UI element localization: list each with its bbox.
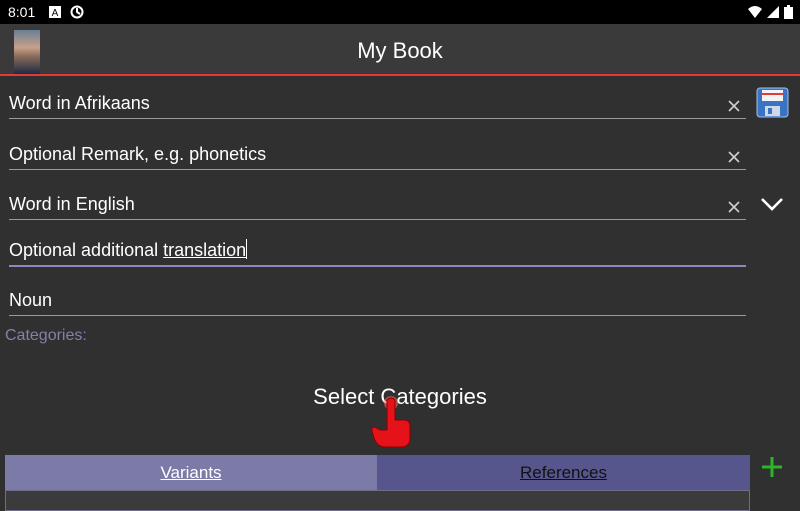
wifi-icon	[748, 6, 762, 18]
english-word-value: Word in English	[9, 194, 135, 214]
status-bar: 8:01 A	[0, 0, 800, 24]
battery-icon	[784, 5, 793, 19]
pointing-hand-icon	[371, 396, 411, 448]
page-title: My Book	[357, 38, 443, 63]
english-word-field[interactable]: Word in English	[9, 189, 746, 220]
clear-icon[interactable]	[726, 199, 742, 215]
sync-notification-icon	[70, 5, 84, 19]
chevron-down-icon[interactable]	[760, 196, 784, 212]
tab-variants[interactable]: Variants	[5, 455, 377, 490]
remark-value: Optional Remark, e.g. phonetics	[9, 144, 267, 164]
additional-translation-field[interactable]: Optional additional translation	[9, 235, 746, 267]
afrikaans-word-value: Word in Afrikaans	[9, 93, 150, 113]
remark-field[interactable]: Optional Remark, e.g. phonetics	[9, 139, 746, 170]
afrikaans-word-field[interactable]: Word in Afrikaans	[9, 88, 746, 119]
word-type-field[interactable]: Noun	[9, 285, 746, 316]
add-icon[interactable]	[761, 456, 783, 478]
tab-bar: Variants References	[5, 455, 750, 490]
tab-content-panel	[5, 490, 750, 511]
save-icon[interactable]	[756, 87, 789, 118]
word-type-value: Noun	[9, 290, 53, 310]
signal-icon	[767, 6, 779, 18]
clear-icon[interactable]	[726, 149, 742, 165]
additional-translation-value: Optional additional translation	[9, 239, 248, 260]
tab-references[interactable]: References	[377, 455, 750, 490]
svg-text:A: A	[52, 8, 59, 19]
a-notification-icon: A	[49, 6, 61, 19]
clear-icon[interactable]	[726, 98, 742, 114]
app-bar: My Book	[0, 24, 800, 76]
clock: 8:01	[8, 4, 36, 20]
categories-label: Categories:	[5, 327, 87, 344]
